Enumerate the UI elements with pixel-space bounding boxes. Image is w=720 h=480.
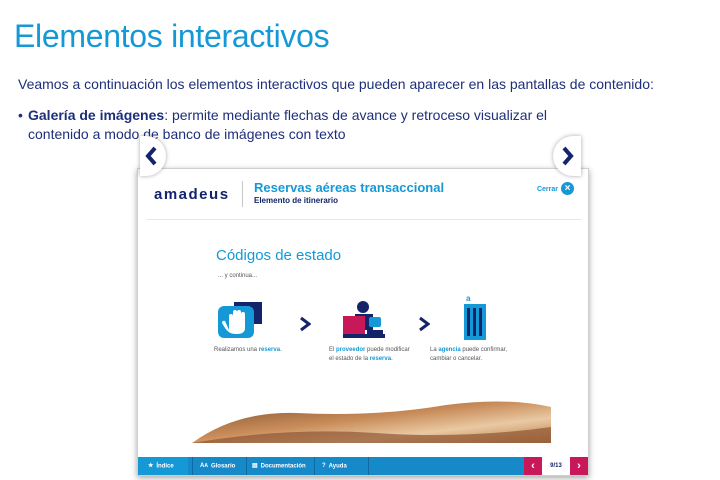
step-caption: La agencia puede confirmar, cambiar o ca… — [430, 347, 508, 362]
app-title: Reservas aéreas transaccional — [254, 180, 445, 195]
toolbar-divider — [246, 457, 247, 475]
intro-text: Veamos a continuación los elementos inte… — [18, 76, 654, 92]
page-indicator: 9/13 — [550, 463, 562, 469]
bullet-text-1: : permite mediante flechas de avance y r… — [164, 107, 548, 123]
pager: ‹ 9/13 › — [524, 457, 588, 475]
bullet-text-2: contenido a modo de banco de imágenes co… — [28, 126, 346, 142]
step-caption: Realizamos una reserva. — [214, 347, 282, 353]
hand-stop-icon — [218, 302, 262, 338]
close-label[interactable]: Cerrar — [537, 186, 558, 193]
close-icon[interactable]: × — [561, 182, 574, 195]
documents-icon: ▤ — [252, 463, 258, 469]
stage-title: Códigos de estado — [216, 247, 342, 264]
chevron-left-icon — [145, 146, 157, 166]
glossary-icon: AA — [200, 463, 208, 469]
toolbar-docs[interactable]: ▤ Documentación — [248, 457, 314, 475]
header-divider — [242, 181, 243, 207]
app-window: amadeus Reservas aéreas transaccional El… — [137, 168, 589, 476]
amadeus-logo: amadeus — [154, 186, 230, 203]
slide-title: Elementos interactivos — [14, 18, 330, 54]
desert-dunes-image — [192, 401, 551, 443]
toolbar-divider — [368, 457, 369, 475]
toolbar-index[interactable]: ★ Índice — [138, 457, 188, 475]
star-icon: ★ — [148, 463, 154, 469]
app-header: amadeus Reservas aéreas transaccional El… — [138, 169, 588, 219]
bullet-gallery: • Galería de imágenes: permite mediante f… — [18, 106, 578, 144]
gallery-prev-button[interactable] — [140, 136, 166, 176]
stage-subtitle: ... y continua... — [218, 273, 258, 279]
agent-desk-icon — [343, 301, 385, 338]
gallery-next-button[interactable] — [553, 136, 581, 176]
chevron-right-icon — [419, 316, 430, 332]
app-subtitle: Elemento de itinerario — [254, 196, 339, 205]
bullet-term: Galería de imágenes — [28, 107, 165, 123]
app-toolbar: ★ Índice AA Glosario ▤ Documentación ? Ayuda… — [138, 457, 588, 475]
pager-prev-button[interactable]: ‹ — [524, 457, 542, 475]
building-icon: a — [464, 294, 486, 340]
toolbar-divider — [314, 457, 315, 475]
pager-next-button[interactable]: › — [570, 457, 588, 475]
toolbar-help[interactable]: ? Ayuda — [318, 457, 368, 475]
toolbar-glossary[interactable]: AA Glosario — [196, 457, 246, 475]
svg-text:a: a — [466, 294, 471, 303]
toolbar-divider — [192, 457, 193, 475]
chevron-right-icon — [300, 316, 311, 332]
help-icon: ? — [322, 463, 326, 469]
gallery-stage: Códigos de estado ... y continua... Real… — [146, 219, 582, 443]
bullet-marker: • — [18, 107, 23, 123]
chevron-right-icon — [562, 146, 574, 166]
step-caption: El proveedor puede modificar el estado d… — [329, 347, 410, 362]
